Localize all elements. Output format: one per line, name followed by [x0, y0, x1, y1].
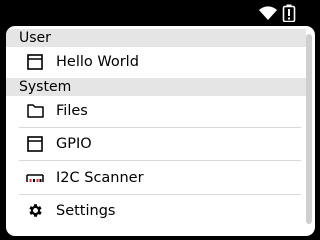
- gear-icon: [26, 202, 44, 220]
- window-icon: [26, 135, 44, 153]
- i2c-bus-icon: [26, 169, 44, 187]
- window-icon: [26, 53, 44, 71]
- menu-item-gpio[interactable]: GPIO: [19, 127, 301, 160]
- menu-item-files[interactable]: Files: [19, 94, 301, 127]
- menu-item-label: GPIO: [56, 135, 92, 152]
- menu-item-i2c-scanner[interactable]: I2C Scanner: [19, 161, 301, 194]
- menu-item-label: I2C Scanner: [56, 169, 144, 186]
- menu-panel: User Hello World System Files GPIO I2C S…: [6, 26, 315, 236]
- menu-item-label: Settings: [56, 202, 116, 219]
- menu-item-hello-world[interactable]: Hello World: [19, 45, 301, 78]
- menu-item-settings[interactable]: Settings: [19, 194, 301, 227]
- scrollbar[interactable]: [306, 34, 312, 230]
- menu-item-label: Files: [56, 102, 88, 119]
- scrollbar-thumb[interactable]: [306, 34, 312, 224]
- wifi-icon: [259, 6, 277, 21]
- status-bar: [0, 0, 320, 26]
- menu-item-label: Hello World: [56, 53, 139, 70]
- folder-icon: [26, 102, 44, 120]
- battery-warning-icon: [282, 4, 296, 22]
